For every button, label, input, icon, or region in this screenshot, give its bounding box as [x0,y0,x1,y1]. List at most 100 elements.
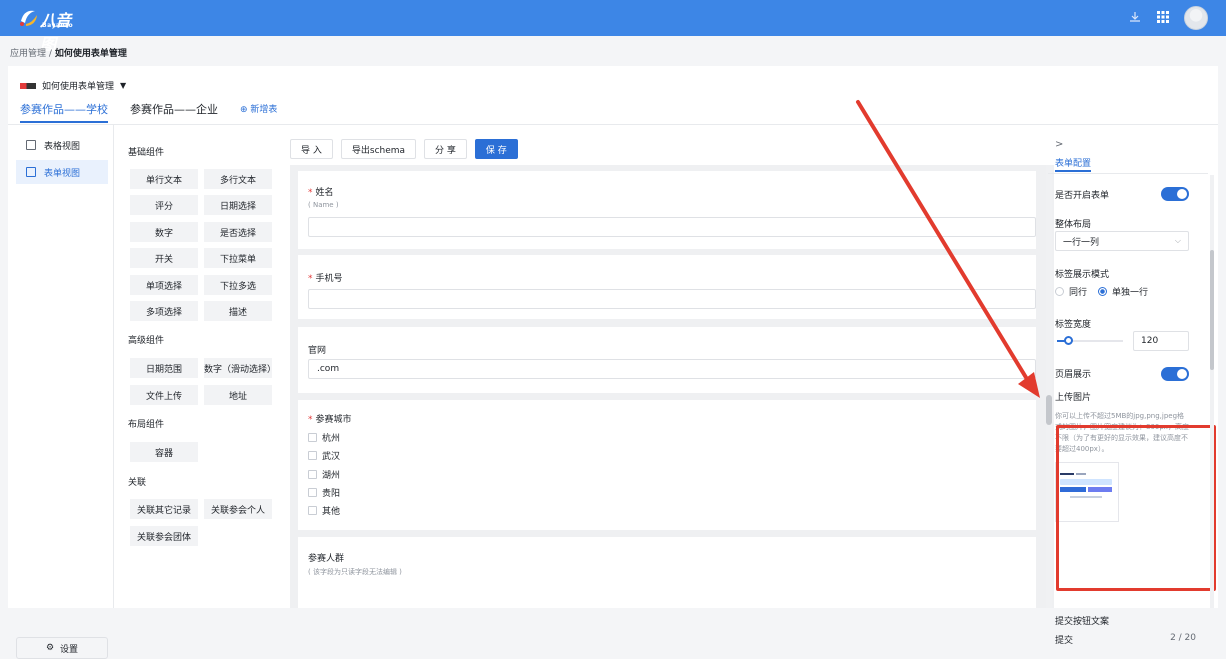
field-card-name[interactable]: * 姓名 ( Name ) [298,171,1036,249]
component-relate-person[interactable]: 关联参会个人 [204,499,272,519]
city-option-guiyang[interactable]: 贵阳 [308,486,340,499]
app-badge-icon [20,82,36,89]
breadcrumb-separator: / [48,49,52,59]
component-number-slider[interactable]: 数字（滑动选择） [204,358,276,378]
component-multi-text[interactable]: 多行文本 [204,169,272,189]
checkbox[interactable] [308,488,317,497]
export-schema-button[interactable]: 导出schema [340,139,417,159]
city-option-huzhou[interactable]: 湖州 [308,468,340,481]
add-table-button[interactable]: ⊕ 新增表 [240,102,277,123]
submit-text-label: 提交按钮文案 [1055,617,1110,627]
download-icon[interactable] [1128,11,1142,25]
config-scrollbar[interactable] [1210,175,1214,608]
component-date[interactable]: 日期选择 [204,195,272,215]
logo[interactable]: 八音图 Bayanto [18,7,82,54]
radio-label: 单独一行 [1112,288,1149,298]
component-file-upload[interactable]: 文件上传 [130,385,198,405]
chevron-right-icon[interactable]: > [1055,139,1063,150]
component-single-text[interactable]: 单行文本 [130,169,198,189]
component-number[interactable]: 数字 [130,222,198,242]
website-input[interactable]: .com [308,359,1036,379]
component-address[interactable]: 地址 [204,385,272,405]
plus-circle-icon: ⊕ [240,105,248,115]
radio-separate-line[interactable] [1098,287,1108,296]
palette-heading: 布局组件 [128,420,165,430]
label-width-input[interactable]: 120 [1133,331,1189,351]
component-multi-choice[interactable]: 多项选择 [130,301,198,321]
field-card-city[interactable]: * 参赛城市 杭州 武汉 湖州 贵阳 其他 [298,400,1036,530]
radio-inline[interactable] [1055,287,1064,296]
palette-heading: 基础组件 [128,148,165,158]
palette-heading: 高级组件 [128,336,165,346]
tab-enterprise[interactable]: 参赛作品——企业 [130,101,218,123]
component-yes-no[interactable]: 是否选择 [204,222,272,242]
slider-handle[interactable] [1064,336,1073,345]
component-date-range[interactable]: 日期范围 [130,358,198,378]
table-icon [26,140,36,150]
user-avatar[interactable] [1184,6,1208,30]
chevron-down-icon: ⌵ [1174,236,1181,245]
city-option-other[interactable]: 其他 [308,504,340,517]
field-card-website[interactable]: 官网 .com [298,327,1036,393]
header-show-toggle[interactable] [1161,367,1189,381]
checkbox[interactable] [308,433,317,442]
city-option-wuhan[interactable]: 武汉 [308,449,340,462]
top-bar: 八音图 Bayanto [0,0,1226,54]
layout-label: 整体布局 [1055,220,1092,230]
share-button[interactable]: 分 享 [424,139,467,159]
tab-school[interactable]: 参赛作品——学校 [20,101,108,123]
field-label: 官网 [308,346,327,356]
component-relate-record[interactable]: 关联其它记录 [130,499,198,519]
tab-form-config[interactable]: 表单配置 [1055,156,1092,172]
save-button[interactable]: 保 存 [474,139,518,159]
label-width-label: 标签宽度 [1055,320,1092,330]
label-width-slider[interactable] [1057,336,1123,345]
name-input[interactable] [308,217,1036,237]
field-label: * 姓名 [308,188,334,198]
component-rating[interactable]: 评分 [130,195,198,215]
char-counter: 2 / 20 [1170,633,1196,643]
component-description[interactable]: 描述 [204,301,272,321]
edit-form-icon [26,167,36,177]
component-container[interactable]: 容器 [130,442,198,462]
nav-item-form-view[interactable]: 表单视图 [16,160,108,184]
apps-grid-icon[interactable] [1156,11,1170,25]
app-selector[interactable]: 如何使用表单管理 ▼ [20,79,126,92]
import-button[interactable]: 导 入 [290,139,333,159]
enable-form-toggle[interactable] [1161,187,1189,201]
config-scrollbar-thumb[interactable] [1210,250,1214,370]
logo-mark-icon [20,10,37,26]
annotation-highlight-box [1056,425,1216,591]
view-nav: 表格视图 表单视图 ⚙ 设置 [8,125,114,659]
field-card-group[interactable]: 参赛人群 ( 该字段为只读字段无法编辑 ) [298,537,1036,608]
label-mode-group: 同行 单独一行 [1055,285,1148,298]
radio-label: 同行 [1069,288,1088,298]
submit-text-input[interactable]: 提交 [1055,633,1073,646]
enable-form-label: 是否开启表单 [1055,191,1110,201]
component-relate-group[interactable]: 关联参会团体 [130,526,198,546]
form-config-panel: > 表单配置 是否开启表单 整体布局 一行一列 ⌵ 标签展示模式 同行 单独一行… [1048,125,1218,646]
city-option-hangzhou[interactable]: 杭州 [308,431,340,444]
field-label: * 参赛城市 [308,415,352,425]
breadcrumb-parent[interactable]: 应用管理 [10,49,46,59]
nav-item-label: 表单视图 [44,168,81,179]
layout-select[interactable]: 一行一列 ⌵ [1055,231,1189,251]
checkbox[interactable] [308,506,317,515]
component-single-choice[interactable]: 单项选择 [130,275,198,295]
settings-button[interactable]: ⚙ 设置 [16,637,108,659]
field-card-phone[interactable]: * 手机号 [298,255,1036,319]
component-multi-dropdown[interactable]: 下拉多选 [204,275,272,295]
gear-icon: ⚙ [45,643,55,653]
field-label: * 手机号 [308,274,343,284]
checkbox[interactable] [308,470,317,479]
phone-input[interactable] [308,289,1036,309]
checkbox[interactable] [308,451,317,460]
nav-item-table-view[interactable]: 表格视图 [16,133,108,157]
component-dropdown[interactable]: 下拉菜单 [204,248,272,268]
form-canvas: 导 入 导出schema 分 享 保 存 * 姓名 ( Name ) * 手机号 官… [290,125,1054,608]
form-preview: * 姓名 ( Name ) * 手机号 官网 .com * 参赛城市 杭州 武汉 湖州… [290,165,1054,608]
component-switch[interactable]: 开关 [130,248,198,268]
palette-heading: 关联 [128,478,147,488]
label-mode-label: 标签展示模式 [1055,270,1110,280]
breadcrumb-current: 如何使用表单管理 [54,49,127,59]
